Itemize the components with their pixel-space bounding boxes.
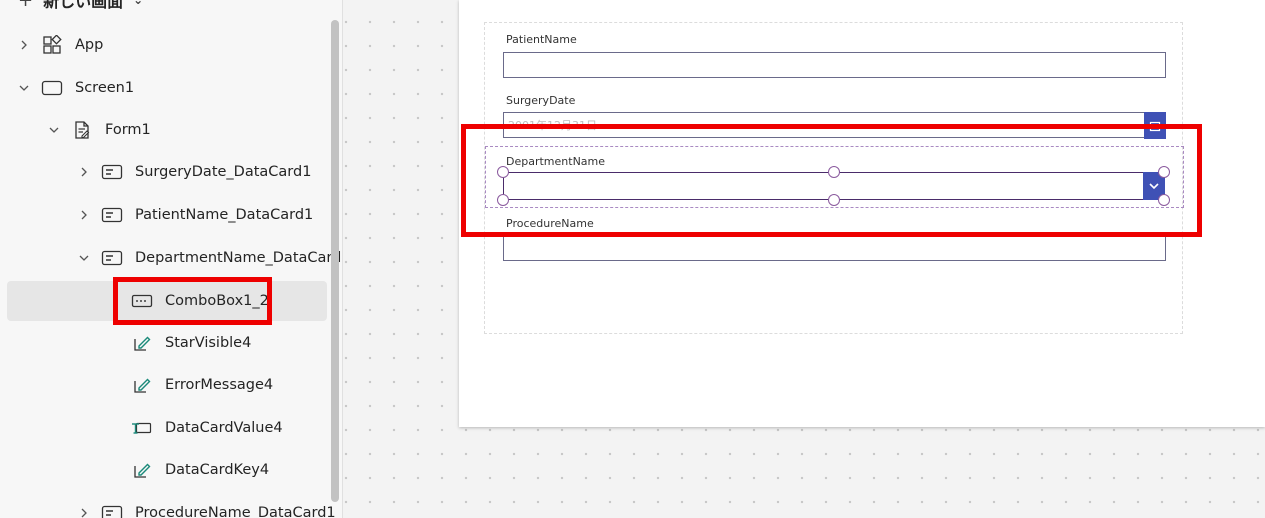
chevron-right-icon[interactable] [77,208,91,222]
patient-name-label: PatientName [506,33,577,46]
surgery-date-label: SurgeryDate [506,94,576,107]
chevron-down-icon[interactable] [77,251,91,265]
tree-item-form1[interactable]: Form1 [7,110,327,150]
chevron-down-icon[interactable] [47,123,61,137]
tree-item-patientname-datacard[interactable]: PatientName_DataCard1 [7,195,327,235]
tree-item-label: DataCardValue4 [165,420,283,436]
procedure-name-input[interactable] [503,235,1166,261]
text-input-icon [131,418,153,438]
datacard-icon [101,205,123,225]
tree-item-errormessage4[interactable]: ErrorMessage4 [7,365,327,405]
tree-item-label: Screen1 [75,80,135,96]
new-screen-label[interactable]: 新しい画面 [43,0,123,12]
design-canvas[interactable]: PatientName SurgeryDate 2001年12月31日 Depa… [344,0,1265,518]
chevron-right-icon[interactable] [17,38,31,52]
tree-item-label: SurgeryDate_DataCard1 [135,164,312,180]
annotation-highlight-box [113,277,272,325]
tree-item-label: PatientName_DataCard1 [135,207,314,223]
screen-icon [41,78,63,98]
patient-name-input[interactable] [503,52,1166,78]
tree-item-procedurename-datacard[interactable]: ProcedureName_DataCard1 [7,493,336,518]
datacard-icon [101,503,123,518]
tree-item-label: ErrorMessage4 [165,377,274,393]
tree-item-screen1[interactable]: Screen1 [7,68,327,108]
tree-item-datacardvalue4[interactable]: DataCardValue4 [7,408,327,448]
chevron-down-icon[interactable]: ⌄ [133,0,143,7]
tree-scrollbar[interactable] [331,20,339,502]
tree-view-panel: + 新しい画面 ⌄ App Screen1 Form1 SurgeryDate_… [0,0,343,518]
tree-item-label: StarVisible4 [165,335,252,351]
datacard-icon [101,248,123,268]
tree-item-label: ProcedureName_DataCard1 [135,505,336,518]
edit-label-icon [131,375,153,395]
edit-label-icon [131,460,153,480]
tree-item-label: DataCardKey4 [165,462,270,478]
tree-item-datacardkey4[interactable]: DataCardKey4 [7,450,327,490]
tree-header[interactable]: + 新しい画面 ⌄ [18,0,143,12]
form-icon [71,120,93,140]
datacard-icon [101,162,123,182]
chevron-right-icon[interactable] [77,506,91,518]
app-icon [41,35,63,55]
edit-label-icon [131,333,153,353]
tree-item-departmentname-datacard[interactable]: DepartmentName_DataCard1 [7,238,342,278]
tree-item-label: Form1 [105,122,151,138]
tree-item-surgerydate-datacard[interactable]: SurgeryDate_DataCard1 [7,152,327,192]
tree-item-starvisible4[interactable]: StarVisible4 [7,323,327,363]
add-icon[interactable]: + [18,0,33,11]
tree-item-app[interactable]: App [7,25,327,65]
chevron-right-icon[interactable] [77,165,91,179]
tree-item-label: DepartmentName_DataCard1 [135,250,343,266]
tree-item-label: App [75,37,104,53]
annotation-highlight-box [461,124,1202,237]
chevron-down-icon[interactable] [17,81,31,95]
